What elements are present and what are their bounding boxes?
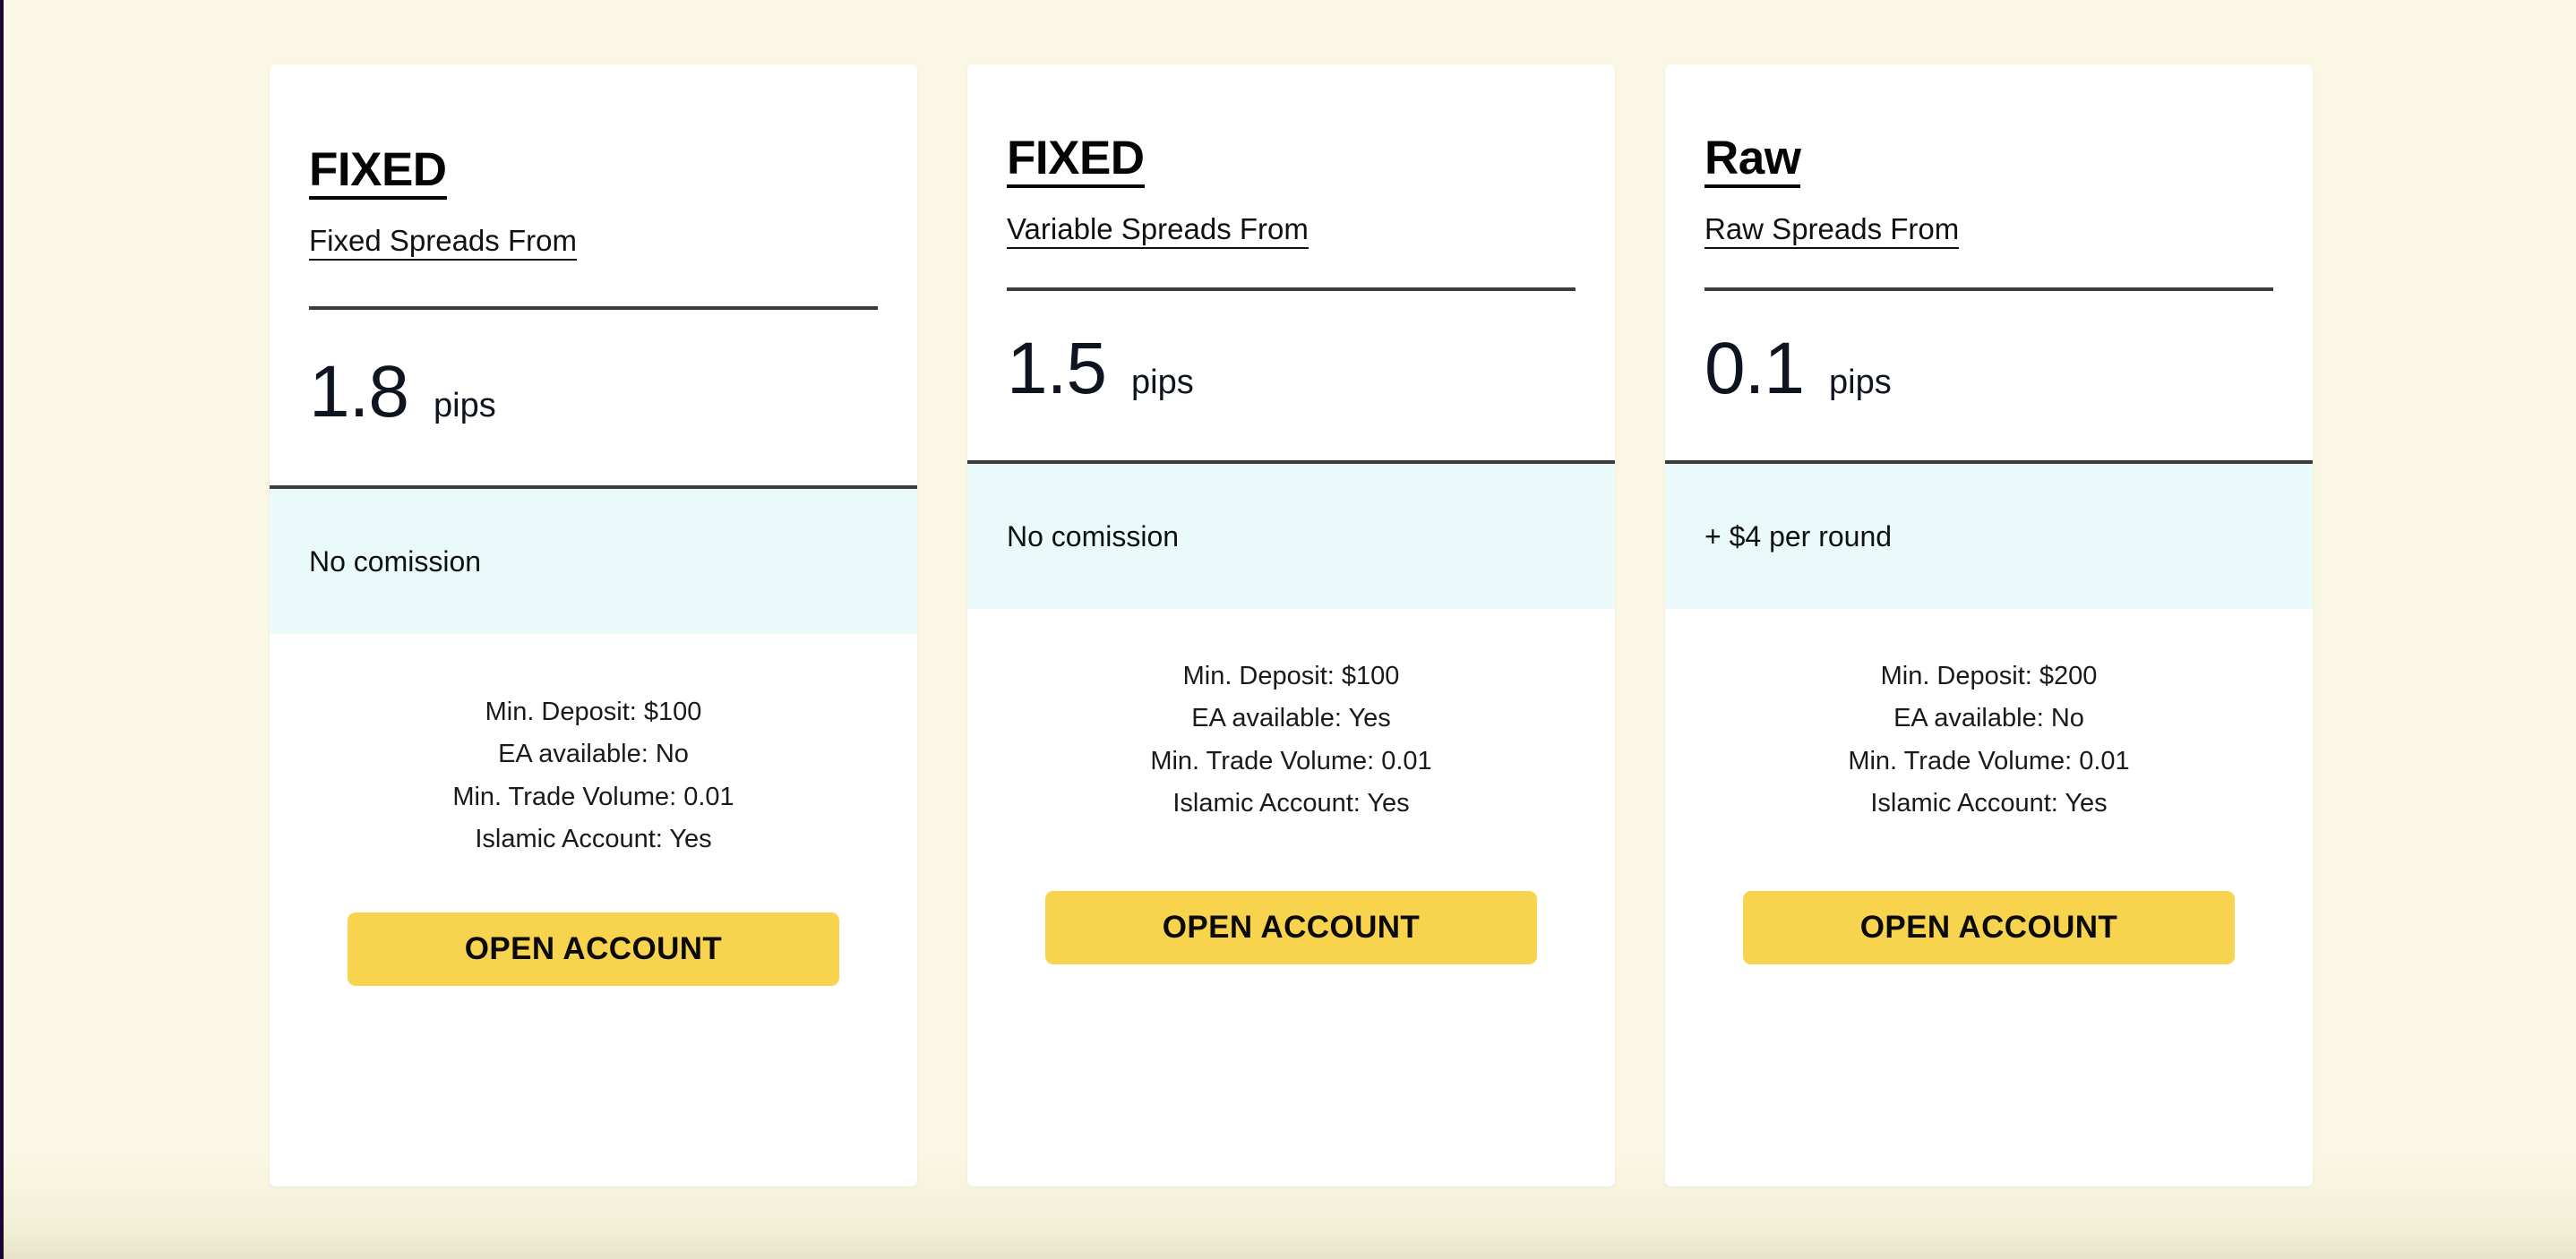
price-row: 1.5 pips — [967, 291, 1615, 460]
pricing-card: FIXED Variable Spreads From 1.5 pips No … — [967, 64, 1615, 1186]
specs-list: Min. Deposit: $100 EA available: Yes Min… — [967, 609, 1615, 825]
plan-subtitle: Fixed Spreads From — [309, 224, 577, 261]
specs-list: Min. Deposit: $100 EA available: No Min.… — [270, 634, 917, 861]
left-edge-strip — [0, 0, 4, 1259]
pricing-card: FIXED Fixed Spreads From 1.8 pips No com… — [270, 64, 917, 1186]
plan-subtitle: Variable Spreads From — [1007, 212, 1309, 250]
spec-item: EA available: No — [498, 740, 689, 769]
price-row: 1.8 pips — [270, 310, 917, 485]
price-value: 1.5 — [1007, 328, 1107, 410]
price-row: 0.1 pips — [1665, 291, 2313, 460]
spec-item: Min. Deposit: $200 — [1880, 662, 2098, 691]
spec-item: Min. Trade Volume: 0.01 — [1150, 746, 1432, 775]
plan-subtitle: Raw Spreads From — [1704, 212, 1960, 250]
price-unit: pips — [1131, 364, 1194, 402]
spec-item: Islamic Account: Yes — [475, 824, 712, 853]
plan-title: Raw — [1704, 134, 1801, 188]
cta-container: OPEN ACCOUNT — [270, 912, 917, 987]
spec-item: Islamic Account: Yes — [1172, 788, 1410, 818]
plan-title: FIXED — [309, 146, 447, 200]
price-unit: pips — [1829, 364, 1892, 402]
spec-item: Min. Deposit: $100 — [1182, 662, 1400, 691]
commission-text: + $4 per round — [1704, 519, 1893, 552]
commission-band: + $4 per round — [1665, 464, 2313, 610]
open-account-button[interactable]: OPEN ACCOUNT — [1743, 891, 2235, 965]
spec-item: Min. Deposit: $100 — [485, 698, 702, 727]
spec-item: Islamic Account: Yes — [1870, 788, 2108, 818]
plan-title: FIXED — [1007, 134, 1145, 188]
cta-container: OPEN ACCOUNT — [967, 891, 1615, 965]
price-value: 0.1 — [1704, 328, 1805, 410]
price-value: 1.8 — [309, 351, 409, 433]
price-unit: pips — [434, 387, 496, 425]
card-header: Raw Raw Spreads From — [1665, 64, 2313, 292]
open-account-button[interactable]: OPEN ACCOUNT — [348, 912, 839, 987]
card-header: FIXED Variable Spreads From — [967, 64, 1615, 292]
specs-list: Min. Deposit: $200 EA available: No Min.… — [1665, 609, 2313, 825]
spec-item: EA available: No — [1893, 704, 2084, 733]
commission-band: No comission — [967, 464, 1615, 610]
spec-item: Min. Trade Volume: 0.01 — [452, 782, 734, 811]
commission-text: No comission — [309, 544, 482, 578]
commission-text: No comission — [1007, 519, 1180, 552]
commission-band: No comission — [270, 489, 917, 635]
card-header: FIXED Fixed Spreads From — [270, 64, 917, 311]
cta-container: OPEN ACCOUNT — [1665, 891, 2313, 965]
pricing-cards-container: FIXED Fixed Spreads From 1.8 pips No com… — [270, 64, 2313, 1186]
pricing-card: Raw Raw Spreads From 0.1 pips + $4 per r… — [1665, 64, 2313, 1186]
spec-item: EA available: Yes — [1191, 704, 1391, 733]
spec-item: Min. Trade Volume: 0.01 — [1848, 746, 2130, 775]
open-account-button[interactable]: OPEN ACCOUNT — [1045, 891, 1537, 965]
